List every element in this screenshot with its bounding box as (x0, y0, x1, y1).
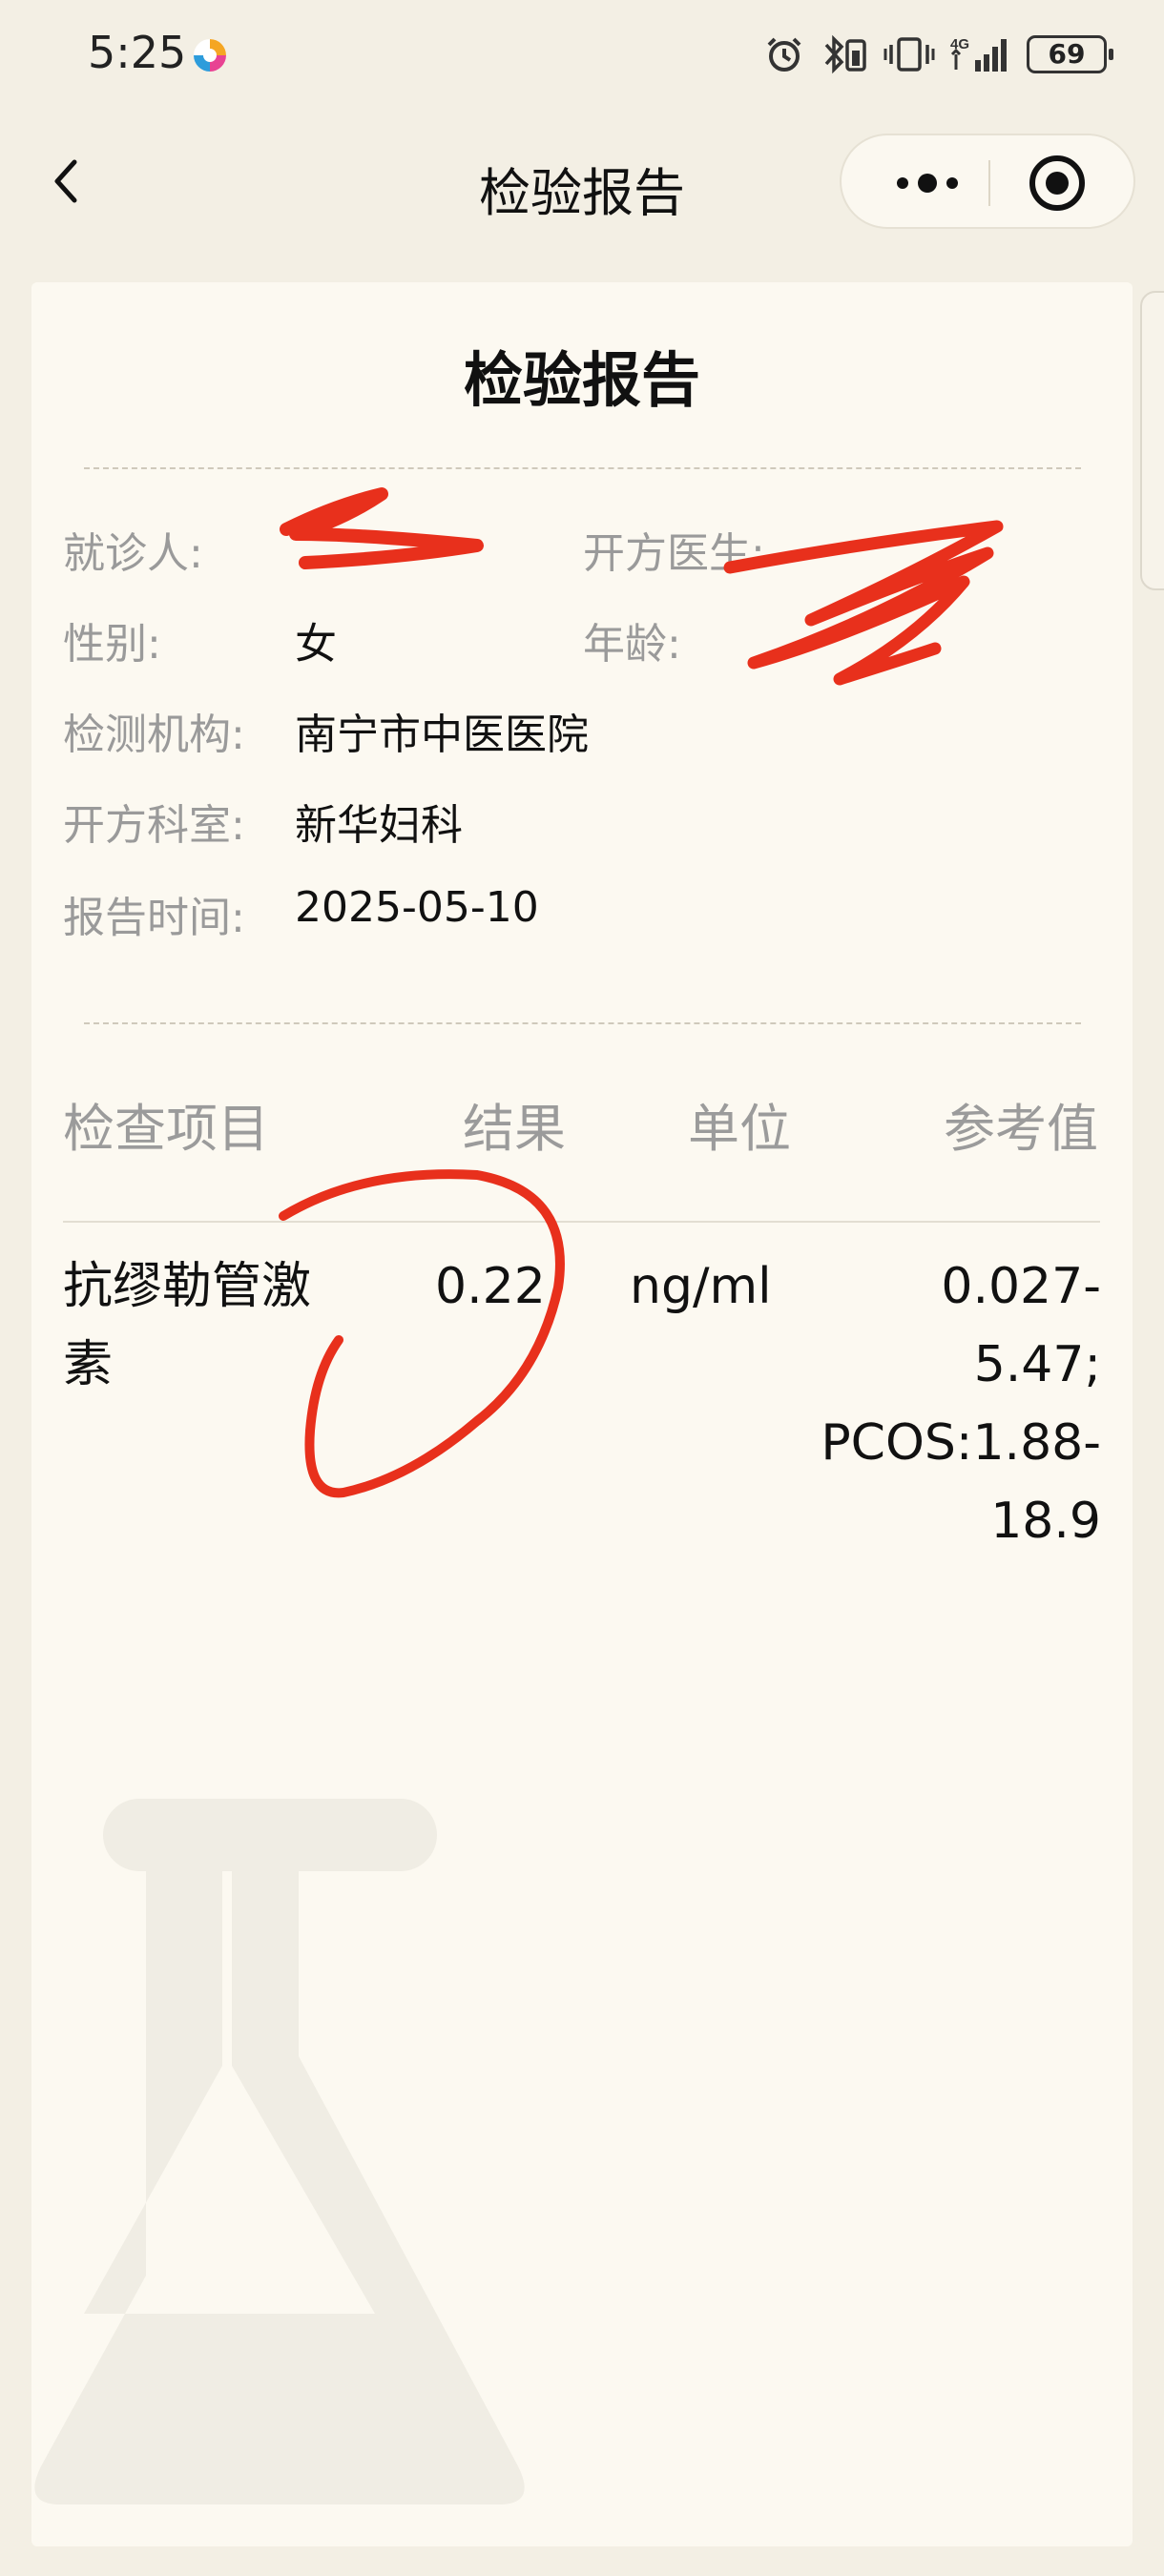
status-icons: 4G 69 (763, 31, 1113, 78)
mini-program-capsule (840, 134, 1135, 229)
bluetooth-icon (824, 34, 866, 74)
header-item: 检查项目 (63, 1099, 269, 1159)
gender-value: 女 (295, 620, 337, 669)
item-cell: 抗缪勒管激 素 (63, 1258, 312, 1393)
institution-value: 南宁市中医医院 (295, 711, 589, 759)
nav-bar: 检验报告 (0, 114, 1164, 248)
signal-icon: 4G (950, 36, 1007, 72)
status-bar: 5:25 4G 69 (0, 0, 1164, 114)
svg-text:4G: 4G (950, 36, 969, 52)
divider-top (84, 467, 1081, 469)
status-time: 5:25 (88, 27, 187, 78)
patient-label: 就诊人: (63, 529, 203, 578)
side-drawer-handle[interactable] (1140, 291, 1164, 590)
alarm-icon (767, 37, 801, 72)
report-title: 检验报告 (463, 345, 700, 415)
report-card: 检验报告 就诊人: 开方医生: 性别: 女 年龄: 检测机构: 南宁市中医医院 … (31, 282, 1133, 2546)
header-unit: 单位 (688, 1099, 791, 1159)
report-time-label: 报告时间: (63, 894, 245, 942)
header-result: 结果 (463, 1099, 566, 1159)
report-time-value: 2025-05-10 (295, 883, 539, 932)
app-notification-icon (194, 39, 226, 72)
more-icon[interactable] (880, 155, 975, 212)
reference-cell: 0.027- 5.47; PCOS:1.88- 18.9 (821, 1258, 1101, 1550)
age-label: 年龄: (583, 620, 681, 669)
table-header-divider (63, 1221, 1100, 1223)
department-label: 开方科室: (63, 801, 245, 850)
institution-label: 检测机构: (63, 711, 245, 759)
close-target-icon[interactable] (1027, 153, 1088, 214)
result-cell: 0.22 (435, 1258, 546, 1315)
doctor-label: 开方医生: (583, 529, 765, 578)
department-value: 新华妇科 (295, 801, 463, 850)
header-reference: 参考值 (944, 1099, 1098, 1159)
capsule-divider (988, 160, 990, 206)
gender-label: 性别: (63, 620, 161, 669)
battery-icon: 69 (1027, 35, 1113, 73)
vibrate-icon (883, 37, 935, 72)
flask-watermark-icon (34, 1799, 525, 2504)
divider-middle (84, 1022, 1081, 1024)
unit-cell: ng/ml (630, 1258, 772, 1315)
